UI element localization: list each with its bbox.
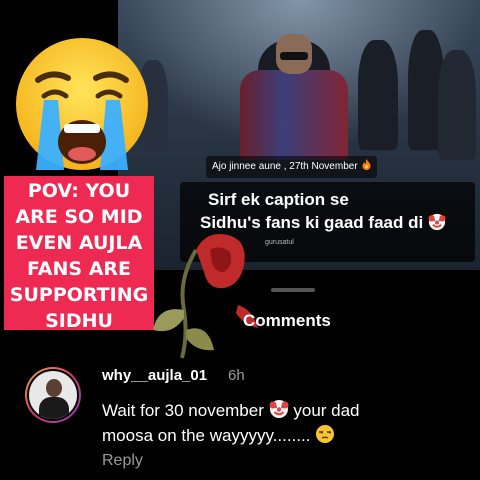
caption-line-1: Sirf ek caption se [208, 190, 349, 209]
pov-line: ARE SO MID [15, 206, 143, 228]
avatar-body [39, 397, 69, 419]
clown-face-icon [428, 213, 446, 231]
pov-line: FANS ARE [26, 258, 132, 280]
pov-line: POV: YOU [27, 180, 131, 202]
sheet-grabber[interactable] [271, 288, 315, 292]
clown-face-icon [269, 400, 289, 418]
avatar-photo [27, 369, 79, 421]
pov-line: SIDHU [45, 310, 113, 332]
date-label-text: Ajo jinnee aune , 27th November [212, 161, 358, 172]
comments-title: Comments [243, 311, 331, 330]
comment-item: why__aujla_01 6h Wait for 30 november yo… [0, 360, 480, 480]
fire-icon [362, 159, 371, 170]
sunglasses [280, 52, 308, 60]
background-dancer [438, 50, 476, 160]
background-dancer [358, 40, 398, 150]
comment-text-part: moosa on the wayyyyy........ [102, 426, 311, 445]
pov-meme-text: POV: YOU ARE SO MID EVEN AUJLA FANS ARE … [4, 176, 154, 332]
date-label: Ajo jinnee aune , 27th November [206, 156, 378, 178]
reply-button[interactable]: Reply [102, 452, 143, 470]
comment-text-part: your dad [293, 401, 360, 420]
comment-text: Wait for 30 november your dad moosa on t… [102, 398, 452, 448]
jacket [240, 70, 348, 160]
avatar-head [46, 379, 62, 397]
comment-text-part: Wait for 30 november [102, 401, 264, 420]
pov-line: EVEN AUJLA [15, 232, 143, 254]
pov-line: SUPPORTING [9, 284, 149, 306]
comment-username[interactable]: why__aujla_01 [102, 367, 207, 384]
creator-handle: gurusatul [265, 239, 294, 246]
comment-time: 6h [228, 367, 245, 384]
avatar[interactable] [25, 367, 81, 423]
loudly-crying-face-icon [16, 38, 148, 170]
unamused-face-icon [316, 425, 335, 443]
wilted-rose-icon [153, 234, 258, 359]
lead-dancer [240, 34, 348, 160]
